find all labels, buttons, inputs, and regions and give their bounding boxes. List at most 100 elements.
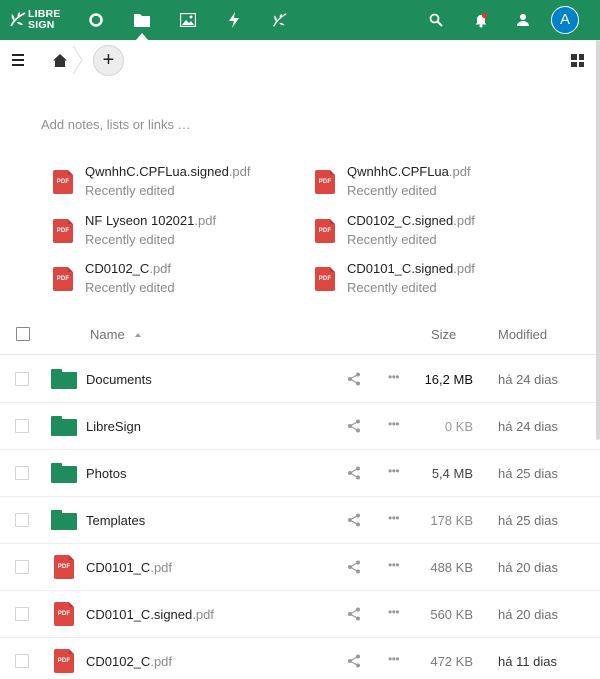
photos-app[interactable] <box>176 8 200 32</box>
file-name[interactable]: Documents <box>86 372 152 387</box>
row-checkbox[interactable] <box>15 607 29 621</box>
logo-text: LIBRE SIGN <box>28 9 61 31</box>
more-actions-icon[interactable]: ••• <box>388 464 400 478</box>
recent-file-name: QwnhhC.CPFLua.signed.pdf <box>85 164 251 179</box>
circle-icon <box>89 13 103 27</box>
share-icon[interactable] <box>347 654 361 668</box>
row-checkbox[interactable] <box>15 654 29 668</box>
file-modified: há 24 dias <box>498 372 558 387</box>
row-checkbox[interactable] <box>15 372 29 386</box>
pdf-icon: PDF <box>53 219 73 243</box>
file-name[interactable]: CD0102_C.pdf <box>86 654 172 669</box>
file-base: CD0102_C.signed <box>347 213 454 228</box>
pdf-icon: PDF <box>54 602 74 626</box>
file-row[interactable]: Templates ••• 178 KB há 25 dias <box>0 497 600 544</box>
file-base: CD0101_C.signed <box>86 607 193 622</box>
file-size: 0 KB <box>444 419 473 434</box>
recent-file-name: CD0101_C.signed.pdf <box>347 261 475 276</box>
pdf-badge: PDF <box>57 658 71 664</box>
more-actions-icon[interactable]: ••• <box>388 511 400 525</box>
scrollbar[interactable] <box>596 40 600 440</box>
file-size: 178 KB <box>430 513 473 528</box>
files-app[interactable] <box>130 8 154 32</box>
select-all-checkbox[interactable] <box>16 327 30 341</box>
folder-icon <box>51 510 77 530</box>
file-name[interactable]: Templates <box>86 513 145 528</box>
column-name-header[interactable]: Name <box>90 327 125 342</box>
file-base: LibreSign <box>86 419 141 434</box>
recent-file-name: NF Lyseon 102021.pdf <box>85 213 216 228</box>
rich-workspace-notes[interactable]: Add notes, lists or links … <box>41 117 191 132</box>
menu-line <box>12 64 24 66</box>
share-icon[interactable] <box>347 607 361 621</box>
more-actions-icon[interactable]: ••• <box>388 605 400 619</box>
file-extension: .pdf <box>194 213 217 228</box>
pdf-badge: PDF <box>56 228 70 234</box>
navigation-toggle[interactable] <box>12 54 24 66</box>
file-row[interactable]: PDF CD0102_C.pdf ••• 472 KB há 11 dias <box>0 638 600 679</box>
recent-file-name: QwnhhC.CPFLua.pdf <box>347 164 471 179</box>
more-actions-icon[interactable]: ••• <box>388 652 400 666</box>
folder-icon <box>51 416 77 436</box>
search-button[interactable] <box>424 8 448 32</box>
file-extension: .pdf <box>150 654 173 669</box>
libresign-logo[interactable]: LIBRE SIGN <box>8 8 68 34</box>
menu-line <box>12 54 24 56</box>
pdf-badge: PDF <box>56 276 70 282</box>
notifications-button[interactable] <box>469 8 493 32</box>
more-actions-icon[interactable]: ••• <box>388 370 400 384</box>
file-name[interactable]: CD0101_C.pdf <box>86 560 172 575</box>
column-size-header[interactable]: Size <box>431 327 456 342</box>
recent-file-name: CD0102_C.signed.pdf <box>347 213 475 228</box>
file-name[interactable]: LibreSign <box>86 419 141 434</box>
file-modified: há 25 dias <box>498 466 558 481</box>
share-icon[interactable] <box>347 372 361 386</box>
recent-file-status: Recently edited <box>347 280 437 295</box>
grid-view-toggle[interactable] <box>571 54 584 67</box>
user-avatar[interactable]: A <box>551 6 579 34</box>
activity-app[interactable] <box>222 8 246 32</box>
file-list-header: Name Size Modified <box>0 316 600 355</box>
pdf-icon: PDF <box>53 267 73 291</box>
file-base: CD0102_C <box>86 654 151 669</box>
sort-ascending-icon <box>135 333 141 337</box>
lightning-icon <box>229 12 239 28</box>
share-icon[interactable] <box>347 466 361 480</box>
file-extension: .pdf <box>150 560 173 575</box>
pdf-icon: PDF <box>54 649 74 673</box>
leaf-icon <box>10 12 26 27</box>
more-actions-icon[interactable]: ••• <box>388 558 400 572</box>
file-base: QwnhhC.CPFLua <box>347 164 449 179</box>
share-icon[interactable] <box>347 513 361 527</box>
bell-icon <box>475 12 488 28</box>
file-size: 472 KB <box>430 654 473 669</box>
file-base: Photos <box>86 466 127 481</box>
file-row[interactable]: Documents ••• 16,2 MB há 24 dias <box>0 356 600 403</box>
share-icon[interactable] <box>347 560 361 574</box>
contacts-button[interactable] <box>511 8 535 32</box>
file-extension: .pdf <box>192 607 214 622</box>
pdf-icon: PDF <box>315 170 335 194</box>
pdf-badge: PDF <box>318 276 332 282</box>
dashboard-app[interactable] <box>84 8 108 32</box>
file-size: 5,4 MB <box>431 466 473 481</box>
more-actions-icon[interactable]: ••• <box>388 417 400 431</box>
new-file-button[interactable]: + <box>93 45 124 76</box>
image-icon <box>180 13 196 27</box>
logo-line-2: SIGN <box>28 19 55 31</box>
file-row[interactable]: PDF CD0101_C.signed.pdf ••• 560 KB há 20 dia… <box>0 591 600 638</box>
libresign-app[interactable] <box>268 8 292 32</box>
file-name[interactable]: CD0101_C.signed.pdf <box>86 607 214 622</box>
file-row[interactable]: LibreSign ••• 0 KB há 24 dias <box>0 403 600 450</box>
file-name[interactable]: Photos <box>86 466 126 481</box>
file-row[interactable]: Photos ••• 5,4 MB há 25 dias <box>0 450 600 497</box>
row-checkbox[interactable] <box>15 560 29 574</box>
share-icon[interactable] <box>347 419 361 433</box>
file-row[interactable]: PDF CD0101_C.pdf ••• 488 KB há 20 dias <box>0 544 600 591</box>
column-modified-header[interactable]: Modified <box>498 327 547 342</box>
grid-cell <box>571 61 577 67</box>
row-checkbox[interactable] <box>15 513 29 527</box>
row-checkbox[interactable] <box>15 419 29 433</box>
file-modified: há 20 dias <box>498 607 558 622</box>
row-checkbox[interactable] <box>15 466 29 480</box>
